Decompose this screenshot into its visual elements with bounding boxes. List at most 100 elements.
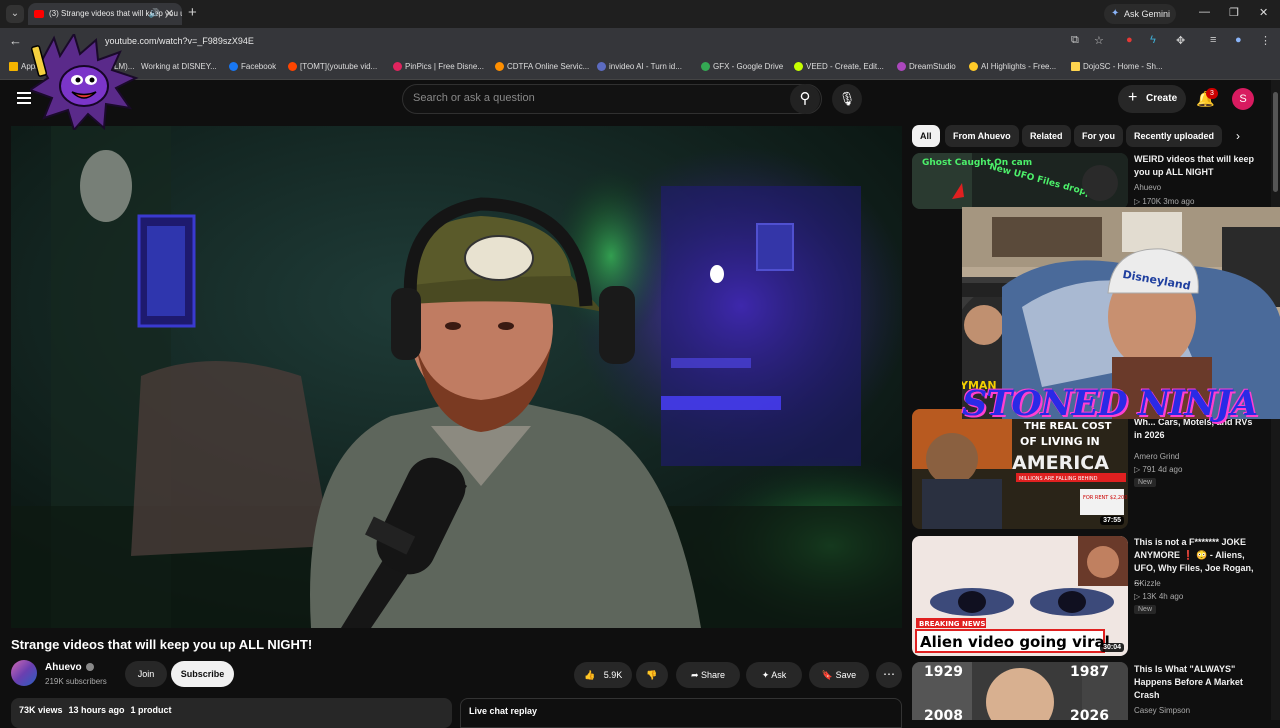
bookmarks-bar: Apps (SLM)... Working at DISNEY... Faceb…	[0, 55, 1280, 80]
like-button[interactable]: 👍 5.9K	[574, 662, 632, 688]
live-chat-label: Live chat replay	[469, 706, 538, 716]
recommendation-meta: ▷ 791 4d ago	[1134, 465, 1183, 474]
subscriber-count: 219K subscribers	[45, 677, 107, 686]
svg-text:AMERICA: AMERICA	[1012, 452, 1109, 474]
scrollbar-thumb[interactable]	[1273, 92, 1278, 192]
menu-icon[interactable]	[17, 92, 31, 104]
maximize-icon[interactable]: ❐	[1229, 6, 1239, 19]
bookmark-dreamstudio[interactable]: DreamStudio	[897, 62, 956, 71]
address-bar-row: ← youtube.com/watch?v=_F989szX94E ⧉ ☆ ● …	[0, 28, 1280, 55]
like-count: 5.9K	[603, 670, 623, 680]
video-thumbnail[interactable]: Ghost Caught On cam New UFO Files droppe…	[912, 153, 1128, 209]
recommendation-item[interactable]: 1929 1987 2008 2026 This Is What "ALWAYS…	[912, 662, 1272, 720]
svg-text:1987: 1987	[1070, 664, 1109, 680]
join-button[interactable]: Join	[125, 661, 167, 687]
video-frame-image	[11, 126, 902, 628]
bookmark-save-icon: 🔖	[821, 670, 834, 680]
tab-title: (3) Strange videos that will keep you up…	[49, 9, 182, 18]
recommendation-channel[interactable]: Amero Grind	[1134, 452, 1179, 461]
recommendation-channel[interactable]: Casey Simpson	[1134, 706, 1190, 715]
close-tab-icon[interactable]: ✕	[165, 7, 174, 20]
search-icon[interactable]: ⚲	[790, 84, 820, 114]
search-input[interactable]	[413, 92, 773, 104]
install-app-icon[interactable]: ⧉	[1071, 34, 1079, 47]
dislike-button[interactable]: 👎	[636, 662, 668, 688]
video-duration: 37:55	[1100, 516, 1124, 525]
product-count[interactable]: 1 product	[131, 705, 172, 715]
youtube-header	[0, 80, 1280, 120]
chip-from-ahuevo[interactable]: From Ahuevo	[945, 125, 1019, 147]
minimize-icon[interactable]: —	[1199, 6, 1210, 18]
video-thumbnail[interactable]: BREAKING NEWS Alien video going viral 30…	[912, 536, 1128, 656]
recommendation-title[interactable]: WEIRD videos that will keep you up ALL N…	[1134, 153, 1262, 179]
channel-avatar[interactable]	[11, 660, 37, 686]
ask-gemini-button[interactable]: ✦ Ask Gemini	[1104, 4, 1176, 24]
chip-all[interactable]: All	[912, 125, 940, 147]
svg-text:MILLIONS ARE FALLING BEHIND: MILLIONS ARE FALLING BEHIND	[1019, 476, 1098, 482]
svg-text:1929: 1929	[924, 664, 963, 680]
share-button[interactable]: ➦ Share	[676, 662, 740, 688]
recommendation-item[interactable]: Ghost Caught On cam New UFO Files droppe…	[912, 153, 1272, 213]
video-thumbnail[interactable]: 1929 1987 2008 2026	[912, 662, 1128, 720]
bookmark-invideo[interactable]: invideo AI - Turn id...	[597, 62, 682, 71]
more-actions-icon[interactable]: ⋯	[876, 662, 902, 688]
back-arrow-icon[interactable]: ←	[9, 33, 22, 48]
recommendation-channel[interactable]: SKizzle	[1134, 579, 1161, 588]
recommendation-title[interactable]: This Is What "ALWAYS" Happens Before A M…	[1134, 663, 1262, 702]
bookmark-cdtfa[interactable]: CDTFA Online Servic...	[495, 62, 589, 71]
speaker-icon[interactable]: 🔊	[149, 8, 160, 19]
search-box[interactable]	[402, 84, 822, 114]
profile-icon[interactable]: ●	[1235, 34, 1242, 46]
bookmark-veed[interactable]: VEED - Create, Edit...	[794, 62, 884, 71]
chip-related[interactable]: Related	[1022, 125, 1071, 147]
ask-button[interactable]: ✦ Ask	[746, 662, 802, 688]
svg-text:FOR RENT $2,200: FOR RENT $2,200	[1083, 495, 1127, 501]
chevron-right-icon[interactable]: ›	[1236, 129, 1240, 143]
close-window-icon[interactable]: ✕	[1259, 6, 1268, 19]
create-button[interactable]: + Create	[1118, 85, 1186, 113]
recommendation-item[interactable]: BREAKING NEWS Alien video going viral 30…	[912, 536, 1272, 658]
live-chat-replay-panel[interactable]: Live chat replay	[460, 698, 902, 728]
share-label: Share	[701, 670, 726, 680]
new-tab-icon[interactable]: +	[188, 4, 197, 21]
ask-gemini-label: Ask Gemini	[1124, 9, 1171, 19]
extensions-puzzle-icon[interactable]: ✥	[1176, 34, 1185, 47]
chrome-menu-icon[interactable]: ⋮	[1260, 34, 1271, 47]
recommendation-channel[interactable]: Ahuevo	[1134, 183, 1161, 192]
video-duration: 30:04	[1100, 643, 1124, 652]
youtube-favicon-icon	[34, 10, 44, 18]
posted-time: 13 hours ago	[68, 705, 125, 715]
svg-text:2026: 2026	[1070, 708, 1109, 720]
bookmark-ai-highlights[interactable]: AI Highlights - Free...	[969, 62, 1056, 71]
bookmark-dojosc[interactable]: DojoSC - Home - Sh...	[1071, 62, 1163, 71]
browser-tab-active[interactable]: (3) Strange videos that will keep you up…	[28, 3, 182, 25]
extension-red-icon[interactable]: ●	[1126, 34, 1133, 46]
gemini-icon: ✦	[1111, 8, 1120, 19]
bookmark-tomt[interactable]: [TOMT](youtube vid...	[288, 62, 377, 71]
video-player[interactable]	[11, 126, 902, 628]
save-label: Save	[835, 670, 857, 680]
bookmark-facebook[interactable]: Facebook	[229, 62, 276, 71]
account-avatar[interactable]: S	[1232, 88, 1254, 110]
new-badge: New	[1134, 478, 1157, 487]
tab-search-icon[interactable]: ⌄	[6, 5, 24, 23]
bookmark-star-icon[interactable]: ☆	[1094, 34, 1104, 47]
save-button[interactable]: 🔖 Save	[809, 662, 869, 688]
video-thumbnail[interactable]: THE REAL COST OF LIVING IN AMERICA MILLI…	[912, 409, 1128, 529]
recommendation-item[interactable]: THE REAL COST OF LIVING IN AMERICA MILLI…	[912, 409, 1272, 531]
subscribe-button[interactable]: Subscribe	[171, 661, 234, 687]
media-controls-icon[interactable]: ≡	[1210, 34, 1216, 46]
chip-for-you[interactable]: For you	[1074, 125, 1123, 147]
svg-text:OF LIVING IN: OF LIVING IN	[1020, 435, 1100, 448]
bookmark-disney[interactable]: Working at DISNEY...	[129, 62, 217, 71]
channel-name[interactable]: Ahuevo	[45, 662, 94, 673]
svg-text:2008: 2008	[924, 708, 963, 720]
microphone-icon[interactable]: 🎙	[832, 84, 862, 114]
bookmark-pinpics[interactable]: PinPics | Free Disne...	[393, 62, 484, 71]
extension-blue-icon[interactable]: ϟ	[1150, 34, 1156, 46]
chip-recently-uploaded[interactable]: Recently uploaded	[1126, 125, 1223, 147]
description-box[interactable]: 73K views 13 hours ago 1 product	[11, 698, 452, 728]
cartoon-mascot-logo	[30, 34, 139, 130]
notification-count-badge: 3	[1206, 88, 1218, 99]
bookmark-gfx-drive[interactable]: GFX - Google Drive	[701, 62, 783, 71]
